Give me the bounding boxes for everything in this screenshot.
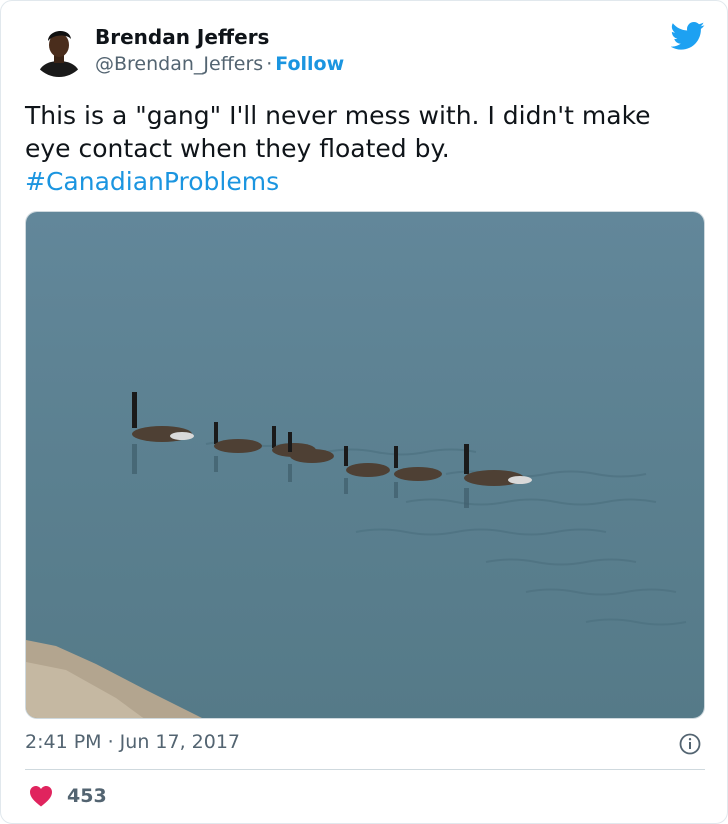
tweet-timestamp[interactable]: 2:41 PM · Jun 17, 2017	[25, 731, 240, 753]
tweet-text-line: eye contact when they floated by.	[25, 134, 450, 163]
info-icon[interactable]	[679, 733, 701, 755]
meta-separator: ·	[266, 53, 273, 75]
follow-button[interactable]: Follow	[275, 53, 344, 75]
heart-icon[interactable]	[29, 785, 53, 807]
divider	[25, 769, 705, 770]
author-name[interactable]: Brendan Jeffers	[95, 25, 269, 49]
tweet-text-line: This is a "gang" I'll never mess with. I…	[25, 101, 651, 130]
hashtag-link[interactable]: #CanadianProblems	[25, 165, 705, 198]
twitter-bird-icon[interactable]	[671, 21, 705, 51]
author-handle[interactable]: @Brendan_Jeffers	[95, 53, 263, 75]
like-count[interactable]: 453	[67, 785, 107, 807]
author-avatar[interactable]	[31, 21, 87, 77]
tweet-photo[interactable]	[25, 211, 705, 719]
author-meta: @Brendan_Jeffers · Follow	[95, 53, 344, 75]
tweet-card: Brendan Jeffers @Brendan_Jeffers · Follow …	[0, 0, 728, 824]
tweet-text: This is a "gang" I'll never mess with. I…	[25, 99, 705, 198]
